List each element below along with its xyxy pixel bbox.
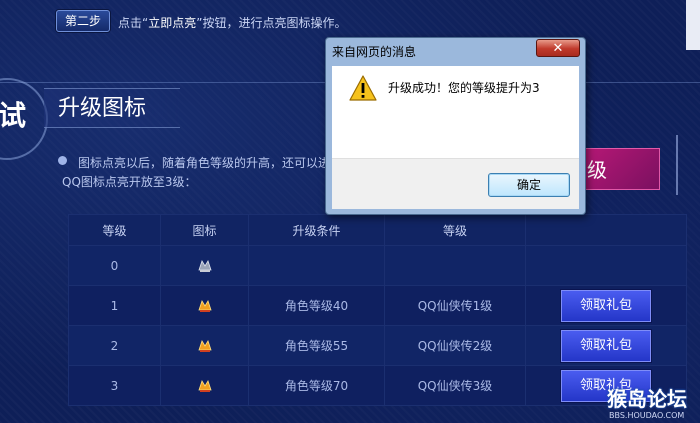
level-table: 等级 图标 升级条件 等级 0 1 角色等级40 QQ仙侠传1级 领取礼包 2 … xyxy=(68,214,687,406)
cell-gift: 领取礼包 xyxy=(525,285,687,326)
ok-button[interactable]: 确定 xyxy=(488,173,570,197)
cell-level: 0 xyxy=(68,245,161,286)
header-gift xyxy=(525,214,687,246)
table-header-row: 等级 图标 升级条件 等级 xyxy=(68,214,687,246)
section-side-char: 试 xyxy=(0,99,27,132)
table-row: 0 xyxy=(68,245,687,286)
watermark-text: 猴岛论坛 xyxy=(607,387,687,411)
top-right-panel-edge xyxy=(686,0,700,50)
claim-gift-button-1[interactable]: 领取礼包 xyxy=(561,289,651,322)
cell-level: 3 xyxy=(68,365,161,406)
cell-icon xyxy=(160,325,249,366)
claim-gift-button-2[interactable]: 领取礼包 xyxy=(561,329,651,362)
step-instruction: 点击“立即点亮”按钮，进行点亮图标操作。 xyxy=(118,16,347,30)
forum-watermark: 猴岛论坛 BBS.HOUDAO.COM xyxy=(607,383,687,420)
close-icon[interactable]: ✕ xyxy=(536,39,580,57)
cell-gift: 领取礼包 xyxy=(525,325,687,366)
rank-icon-grey xyxy=(197,259,212,272)
header-level: 等级 xyxy=(68,214,161,246)
warning-icon xyxy=(349,75,377,101)
header-condition: 升级条件 xyxy=(248,214,385,246)
cell-level: 1 xyxy=(68,285,161,326)
cell-icon xyxy=(160,365,249,406)
cell-qq-level xyxy=(384,245,526,286)
cell-qq-level: QQ仙侠传1级 xyxy=(384,285,526,326)
watermark-url: BBS.HOUDAO.COM xyxy=(609,411,685,420)
cell-gift xyxy=(525,245,687,286)
cell-condition: 角色等级70 xyxy=(248,365,385,406)
cell-icon xyxy=(160,285,249,326)
header-qq-level: 等级 xyxy=(384,214,526,246)
rank-icon-gold xyxy=(197,339,212,352)
cell-qq-level: QQ仙侠传2级 xyxy=(384,325,526,366)
alert-dialog: 来自网页的消息 ✕ 升级成功！您的等级提升为3 确定 xyxy=(325,37,586,215)
right-ornament xyxy=(676,135,698,195)
cell-level: 2 xyxy=(68,325,161,366)
cell-condition xyxy=(248,245,385,286)
cell-qq-level: QQ仙侠传3级 xyxy=(384,365,526,406)
dialog-message: 升级成功！您的等级提升为3 xyxy=(388,81,540,95)
bullet-dot xyxy=(58,156,67,165)
header-icon: 图标 xyxy=(160,214,249,246)
description-line-1: 图标点亮以后，随着角色等级的升高，还可以进 xyxy=(78,156,331,170)
cell-icon xyxy=(160,245,249,286)
rank-icon-gold xyxy=(197,379,212,392)
table-row: 1 角色等级40 QQ仙侠传1级 领取礼包 xyxy=(68,285,687,326)
dialog-footer: 确定 xyxy=(332,158,579,209)
dialog-title: 来自网页的消息 xyxy=(332,45,417,59)
table-row: 3 角色等级70 QQ仙侠传3级 领取礼包 xyxy=(68,365,687,406)
section-title: 升级图标 xyxy=(44,88,180,128)
step-two-badge: 第二步 xyxy=(56,10,110,32)
description-line-2: QQ图标点亮开放至3级： xyxy=(62,175,197,189)
cell-condition: 角色等级40 xyxy=(248,285,385,326)
table-row: 2 角色等级55 QQ仙侠传2级 领取礼包 xyxy=(68,325,687,366)
rank-icon-gold xyxy=(197,299,212,312)
cell-condition: 角色等级55 xyxy=(248,325,385,366)
